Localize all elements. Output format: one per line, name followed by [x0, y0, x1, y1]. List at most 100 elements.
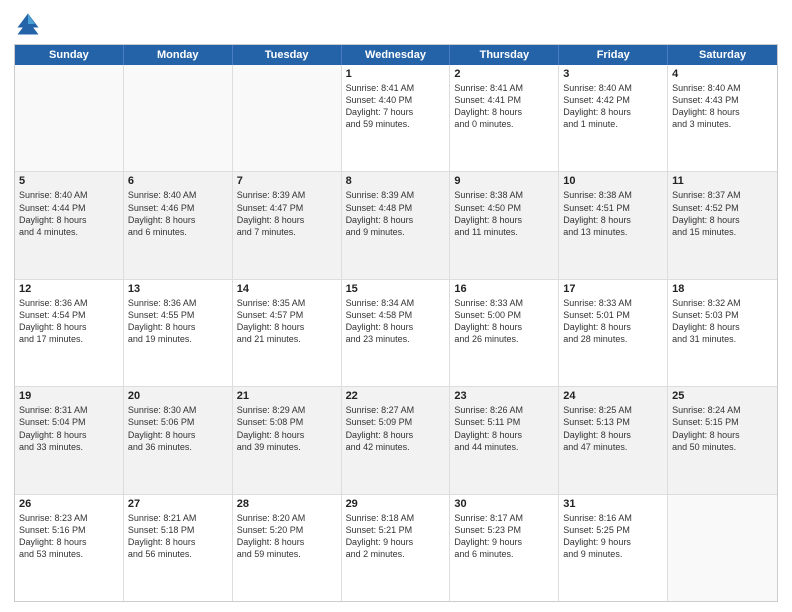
day-number: 21 [237, 390, 337, 402]
calendar-row-0: 1 Sunrise: 8:41 AM Sunset: 4:40 PM Daylig… [15, 65, 777, 171]
header-day-friday: Friday [559, 45, 668, 65]
calendar-row-2: 12 Sunrise: 8:36 AM Sunset: 4:54 PM Dayli… [15, 279, 777, 386]
day-number: 22 [346, 390, 446, 402]
day-info: Sunrise: 8:29 AM Sunset: 5:08 PM Dayligh… [237, 404, 337, 453]
day-info: Sunrise: 8:27 AM Sunset: 5:09 PM Dayligh… [346, 404, 446, 453]
calendar-row-4: 26Sunrise: 8:23 AM Sunset: 5:16 PM Dayli… [15, 494, 777, 601]
day-info: Sunrise: 8:38 AM Sunset: 4:51 PM Dayligh… [563, 189, 663, 238]
day-cell-1: 1 Sunrise: 8:41 AM Sunset: 4:40 PM Daylig… [342, 65, 451, 171]
day-info: Sunrise: 8:30 AM Sunset: 5:06 PM Dayligh… [128, 404, 228, 453]
logo [14, 10, 46, 38]
day-number: 20 [128, 390, 228, 402]
day-cell-16: 16 Sunrise: 8:33 AM Sunset: 5:00 PM Dayli… [450, 280, 559, 386]
day-info: Sunrise: 8:16 AM Sunset: 5:25 PM Dayligh… [563, 512, 663, 561]
day-info: Sunrise: 8:18 AM Sunset: 5:21 PM Dayligh… [346, 512, 446, 561]
day-info: Sunrise: 8:38 AM Sunset: 4:50 PM Dayligh… [454, 189, 554, 238]
day-cell-13: 13Sunrise: 8:36 AM Sunset: 4:55 PM Dayli… [124, 280, 233, 386]
day-cell-5: 5 Sunrise: 8:40 AM Sunset: 4:44 PM Daylig… [15, 172, 124, 278]
calendar-body: 1 Sunrise: 8:41 AM Sunset: 4:40 PM Daylig… [15, 65, 777, 601]
day-cell-9: 9 Sunrise: 8:38 AM Sunset: 4:50 PM Daylig… [450, 172, 559, 278]
empty-cell-0-1 [124, 65, 233, 171]
day-info: Sunrise: 8:40 AM Sunset: 4:42 PM Dayligh… [563, 82, 663, 131]
day-number: 17 [563, 283, 663, 295]
day-number: 9 [454, 175, 554, 187]
day-number: 1 [346, 68, 446, 80]
day-info: Sunrise: 8:20 AM Sunset: 5:20 PM Dayligh… [237, 512, 337, 561]
day-cell-10: 10 Sunrise: 8:38 AM Sunset: 4:51 PM Dayli… [559, 172, 668, 278]
day-number: 25 [672, 390, 773, 402]
day-info: Sunrise: 8:36 AM Sunset: 4:55 PM Dayligh… [128, 297, 228, 346]
day-info: Sunrise: 8:34 AM Sunset: 4:58 PM Dayligh… [346, 297, 446, 346]
day-cell-2: 2Sunrise: 8:41 AM Sunset: 4:41 PM Daylig… [450, 65, 559, 171]
day-cell-4: 4 Sunrise: 8:40 AM Sunset: 4:43 PM Daylig… [668, 65, 777, 171]
day-cell-22: 22 Sunrise: 8:27 AM Sunset: 5:09 PM Dayli… [342, 387, 451, 493]
day-cell-25: 25 Sunrise: 8:24 AM Sunset: 5:15 PM Dayli… [668, 387, 777, 493]
day-cell-17: 17 Sunrise: 8:33 AM Sunset: 5:01 PM Dayli… [559, 280, 668, 386]
day-cell-15: 15Sunrise: 8:34 AM Sunset: 4:58 PM Dayli… [342, 280, 451, 386]
day-info: Sunrise: 8:31 AM Sunset: 5:04 PM Dayligh… [19, 404, 119, 453]
day-cell-7: 7 Sunrise: 8:39 AM Sunset: 4:47 PM Daylig… [233, 172, 342, 278]
day-cell-29: 29 Sunrise: 8:18 AM Sunset: 5:21 PM Dayli… [342, 495, 451, 601]
day-cell-12: 12 Sunrise: 8:36 AM Sunset: 4:54 PM Dayli… [15, 280, 124, 386]
day-info: Sunrise: 8:37 AM Sunset: 4:52 PM Dayligh… [672, 189, 773, 238]
day-info: Sunrise: 8:32 AM Sunset: 5:03 PM Dayligh… [672, 297, 773, 346]
day-info: Sunrise: 8:36 AM Sunset: 4:54 PM Dayligh… [19, 297, 119, 346]
day-info: Sunrise: 8:25 AM Sunset: 5:13 PM Dayligh… [563, 404, 663, 453]
day-info: Sunrise: 8:23 AM Sunset: 5:16 PM Dayligh… [19, 512, 119, 561]
page: SundayMondayTuesdayWednesdayThursdayFrid… [0, 0, 792, 612]
day-number: 6 [128, 175, 228, 187]
header-day-wednesday: Wednesday [342, 45, 451, 65]
day-cell-28: 28 Sunrise: 8:20 AM Sunset: 5:20 PM Dayli… [233, 495, 342, 601]
day-number: 2 [454, 68, 554, 80]
header-day-thursday: Thursday [450, 45, 559, 65]
empty-cell-0-2 [233, 65, 342, 171]
day-cell-20: 20 Sunrise: 8:30 AM Sunset: 5:06 PM Dayli… [124, 387, 233, 493]
day-cell-19: 19Sunrise: 8:31 AM Sunset: 5:04 PM Dayli… [15, 387, 124, 493]
day-number: 27 [128, 498, 228, 510]
empty-cell-0-0 [15, 65, 124, 171]
day-info: Sunrise: 8:39 AM Sunset: 4:47 PM Dayligh… [237, 189, 337, 238]
day-number: 28 [237, 498, 337, 510]
day-number: 12 [19, 283, 119, 295]
header-day-sunday: Sunday [15, 45, 124, 65]
calendar-row-1: 5 Sunrise: 8:40 AM Sunset: 4:44 PM Daylig… [15, 171, 777, 278]
day-number: 8 [346, 175, 446, 187]
header-day-monday: Monday [124, 45, 233, 65]
calendar-row-3: 19Sunrise: 8:31 AM Sunset: 5:04 PM Dayli… [15, 386, 777, 493]
day-info: Sunrise: 8:41 AM Sunset: 4:40 PM Dayligh… [346, 82, 446, 131]
day-number: 16 [454, 283, 554, 295]
day-number: 29 [346, 498, 446, 510]
day-info: Sunrise: 8:40 AM Sunset: 4:43 PM Dayligh… [672, 82, 773, 131]
header-day-saturday: Saturday [668, 45, 777, 65]
day-cell-14: 14Sunrise: 8:35 AM Sunset: 4:57 PM Dayli… [233, 280, 342, 386]
day-info: Sunrise: 8:24 AM Sunset: 5:15 PM Dayligh… [672, 404, 773, 453]
day-number: 23 [454, 390, 554, 402]
day-number: 3 [563, 68, 663, 80]
day-info: Sunrise: 8:26 AM Sunset: 5:11 PM Dayligh… [454, 404, 554, 453]
day-info: Sunrise: 8:35 AM Sunset: 4:57 PM Dayligh… [237, 297, 337, 346]
day-cell-24: 24Sunrise: 8:25 AM Sunset: 5:13 PM Dayli… [559, 387, 668, 493]
day-number: 5 [19, 175, 119, 187]
day-number: 11 [672, 175, 773, 187]
calendar: SundayMondayTuesdayWednesdayThursdayFrid… [14, 44, 778, 602]
day-info: Sunrise: 8:33 AM Sunset: 5:01 PM Dayligh… [563, 297, 663, 346]
calendar-header: SundayMondayTuesdayWednesdayThursdayFrid… [15, 45, 777, 65]
day-cell-31: 31 Sunrise: 8:16 AM Sunset: 5:25 PM Dayli… [559, 495, 668, 601]
day-number: 30 [454, 498, 554, 510]
day-number: 7 [237, 175, 337, 187]
day-info: Sunrise: 8:33 AM Sunset: 5:00 PM Dayligh… [454, 297, 554, 346]
day-number: 10 [563, 175, 663, 187]
day-info: Sunrise: 8:40 AM Sunset: 4:44 PM Dayligh… [19, 189, 119, 238]
day-cell-18: 18Sunrise: 8:32 AM Sunset: 5:03 PM Dayli… [668, 280, 777, 386]
header [14, 10, 778, 38]
day-cell-11: 11 Sunrise: 8:37 AM Sunset: 4:52 PM Dayli… [668, 172, 777, 278]
day-info: Sunrise: 8:40 AM Sunset: 4:46 PM Dayligh… [128, 189, 228, 238]
day-cell-21: 21 Sunrise: 8:29 AM Sunset: 5:08 PM Dayli… [233, 387, 342, 493]
day-cell-27: 27Sunrise: 8:21 AM Sunset: 5:18 PM Dayli… [124, 495, 233, 601]
day-number: 31 [563, 498, 663, 510]
day-cell-8: 8Sunrise: 8:39 AM Sunset: 4:48 PM Daylig… [342, 172, 451, 278]
day-cell-23: 23 Sunrise: 8:26 AM Sunset: 5:11 PM Dayli… [450, 387, 559, 493]
day-info: Sunrise: 8:17 AM Sunset: 5:23 PM Dayligh… [454, 512, 554, 561]
day-number: 4 [672, 68, 773, 80]
day-cell-26: 26Sunrise: 8:23 AM Sunset: 5:16 PM Dayli… [15, 495, 124, 601]
